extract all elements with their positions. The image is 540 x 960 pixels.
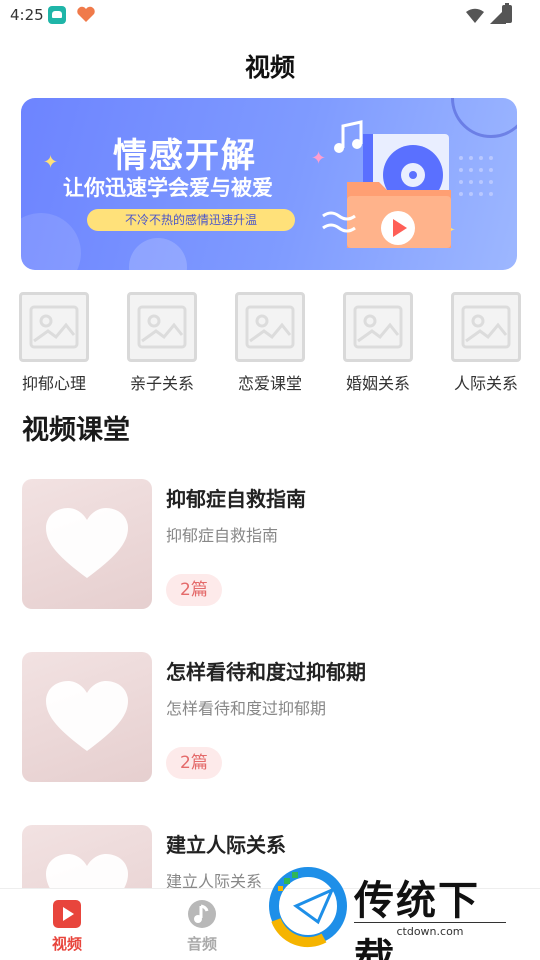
course-description: 抑郁症自救指南 — [166, 526, 279, 545]
heart-icon — [46, 508, 128, 578]
course-title: 抑郁症自救指南 — [166, 487, 306, 511]
banner-decoration — [21, 213, 81, 270]
course-item[interactable]: 怎样看待和度过抑郁期 怎样看待和度过抑郁期 2篇 — [22, 652, 522, 782]
image-placeholder-icon — [127, 292, 197, 362]
watermark-url: ctdown.com — [354, 922, 506, 938]
banner-title: 情感开解 — [113, 136, 257, 176]
nav-label: 视频 — [51, 935, 82, 953]
wifi-icon — [466, 8, 484, 23]
category-item[interactable]: 人际关系 — [441, 292, 531, 393]
ct-logo-icon — [269, 867, 347, 948]
course-title: 怎样看待和度过抑郁期 — [166, 660, 366, 684]
category-label: 亲子关系 — [129, 374, 194, 393]
image-placeholder-icon — [451, 292, 521, 362]
banner-tag: 不冷不热的感情迅速升温 — [87, 209, 295, 231]
promo-banner[interactable]: ✦ ✦ ✦ 情感开解 让你迅速学会爱与被爱 不冷不热的感情迅速升温 — [21, 98, 517, 270]
sparkle-icon: ✦ — [43, 152, 59, 173]
heart-icon — [46, 681, 128, 751]
watermark-name: 传统下载 — [354, 878, 480, 960]
nav-tab-video[interactable]: 视频 — [32, 895, 102, 955]
image-placeholder-icon — [343, 292, 413, 362]
course-count-badge: 2篇 — [166, 574, 222, 606]
course-count-badge: 2篇 — [166, 747, 222, 779]
app-notification-icon — [48, 6, 66, 24]
category-label: 抑郁心理 — [21, 374, 86, 393]
banner-subtitle: 让你迅速学会爱与被爱 — [63, 176, 273, 200]
nav-tab-audio[interactable]: 音频 — [167, 895, 237, 955]
category-label: 婚姻关系 — [345, 374, 410, 393]
category-label: 人际关系 — [453, 374, 518, 393]
category-item[interactable]: 抑郁心理 — [9, 292, 99, 393]
category-item[interactable]: 恋爱课堂 — [225, 292, 315, 393]
music-illustration-icon — [301, 118, 511, 263]
course-item[interactable]: 抑郁症自救指南 抑郁症自救指南 2篇 — [22, 479, 522, 609]
image-placeholder-icon — [235, 292, 305, 362]
music-note-icon — [188, 900, 216, 928]
status-indicators — [466, 6, 506, 24]
banner-decoration — [129, 238, 187, 270]
video-play-icon — [53, 900, 81, 928]
image-placeholder-icon — [19, 292, 89, 362]
course-thumbnail — [22, 652, 152, 782]
course-title: 建立人际关系 — [166, 833, 286, 857]
battery-icon — [502, 3, 512, 23]
nav-label: 音频 — [186, 935, 217, 953]
category-row: 抑郁心理 亲子关系 恋爱课堂 婚姻关系 人际关系 — [0, 292, 540, 393]
heart-notification-icon — [76, 6, 96, 24]
category-item[interactable]: 亲子关系 — [117, 292, 207, 393]
page-title: 视频 — [244, 53, 295, 82]
watermark: 传统下载 ctdown.com — [266, 862, 516, 960]
course-thumbnail — [22, 479, 152, 609]
course-description: 怎样看待和度过抑郁期 — [166, 699, 327, 718]
category-label: 恋爱课堂 — [237, 374, 302, 393]
status-time: 4:25 — [10, 6, 44, 24]
status-bar: 4:25 — [0, 0, 540, 32]
section-title: 视频课堂 — [22, 415, 130, 446]
category-item[interactable]: 婚姻关系 — [333, 292, 423, 393]
